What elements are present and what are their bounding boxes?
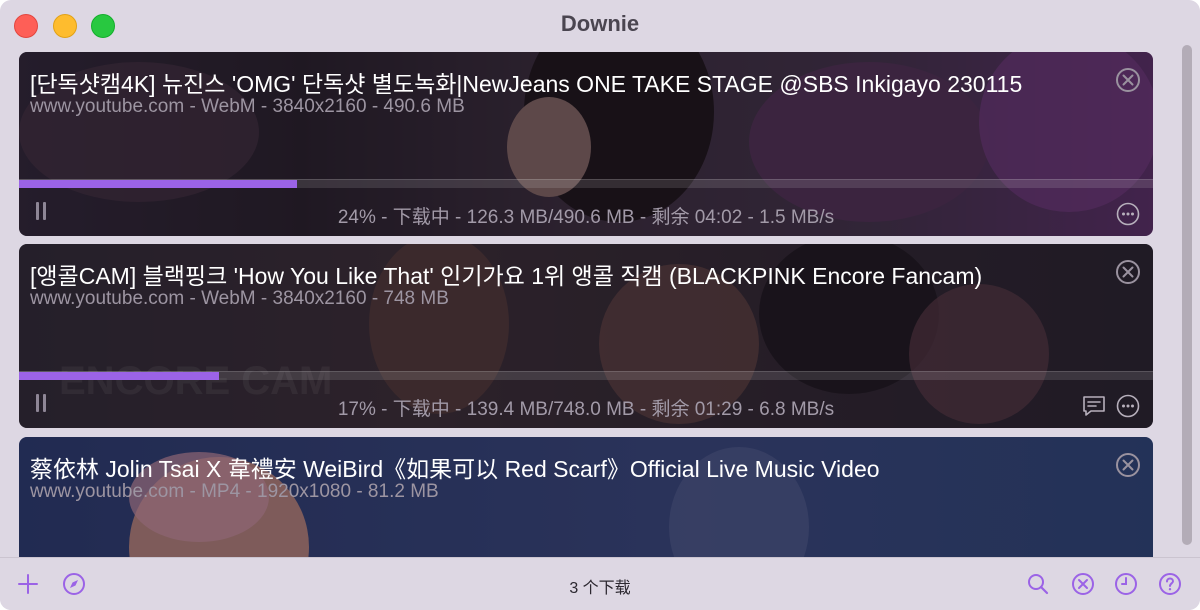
download-item[interactable]: [단독샷캠4K] 뉴진스 'OMG' 단독샷 별도녹화|NewJeans ONE… xyxy=(19,52,1153,236)
download-item[interactable]: ENCORE CAM [앵콜CAM] 블랙핑크 'How You Like Th… xyxy=(19,244,1153,428)
help-icon[interactable] xyxy=(1158,572,1182,596)
progress-fill xyxy=(19,180,297,188)
download-status: 17% - 下载中 - 139.4 MB/748.0 MB - 剩余 01:29… xyxy=(337,399,835,420)
search-icon[interactable] xyxy=(1026,572,1050,596)
download-meta: www.youtube.com - WebM - 3840x2160 - 490… xyxy=(30,96,465,117)
download-title: [단독샷캠4K] 뉴진스 'OMG' 단독샷 별도녹화|NewJeans ONE… xyxy=(30,71,1023,97)
downie-window: Downie [단독샷캠4K] 뉴진스 'OMG' 단독샷 별도녹화|NewJe… xyxy=(0,0,1200,610)
remove-all-icon[interactable] xyxy=(1071,572,1095,596)
window-title: Downie xyxy=(560,11,640,36)
scrollbar-thumb[interactable] xyxy=(1182,45,1192,545)
more-options-icon[interactable] xyxy=(1116,202,1140,226)
download-title: [앵콜CAM] 블랙핑크 'How You Like That' 인기가요 1위… xyxy=(30,263,983,289)
download-status: 24% - 下载中 - 126.3 MB/490.6 MB - 剩余 04:02… xyxy=(337,207,835,228)
download-count: 3 个下载 xyxy=(569,580,631,597)
download-meta: www.youtube.com - WebM - 3840x2160 - 748… xyxy=(30,288,449,309)
more-options-icon[interactable] xyxy=(1116,394,1140,418)
scrollbar[interactable] xyxy=(1180,43,1193,551)
remove-download-icon[interactable] xyxy=(1115,67,1141,93)
download-title: 蔡依林 Jolin Tsai X 韋禮安 WeiBird《如果可以 Red Sc… xyxy=(30,456,880,482)
download-meta: www.youtube.com - MP4 - 1920x1080 - 81.2… xyxy=(30,481,439,502)
history-clock-icon[interactable] xyxy=(1114,572,1138,596)
subtitles-icon[interactable] xyxy=(1081,394,1107,418)
download-item[interactable]: 蔡依林 Jolin Tsai X 韋禮安 WeiBird《如果可以 Red Sc… xyxy=(19,437,1153,557)
bottom-toolbar: 3 个下载 xyxy=(0,557,1200,610)
progress-bar xyxy=(19,179,1153,188)
title-bar: Downie xyxy=(0,0,1200,50)
remove-download-icon[interactable] xyxy=(1115,259,1141,285)
progress-fill xyxy=(19,372,219,380)
remove-download-icon[interactable] xyxy=(1115,452,1141,478)
downloads-list: [단독샷캠4K] 뉴진스 'OMG' 단독샷 별도녹화|NewJeans ONE… xyxy=(0,50,1200,557)
progress-bar xyxy=(19,371,1153,380)
